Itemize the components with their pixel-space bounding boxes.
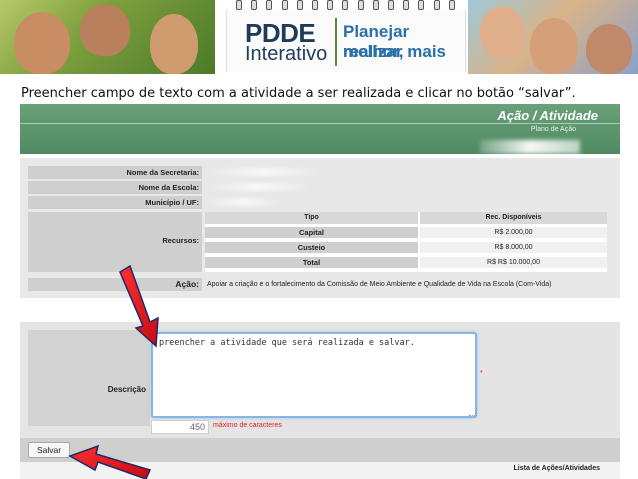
- school-info-panel: Nome da Secretaria: Nome da Escola: Muni…: [20, 158, 620, 298]
- recursos-tipo-cell: Custeio: [205, 241, 418, 253]
- recursos-table: Tipo Rec. Disponíveis Capital R$ 2.000,0…: [205, 212, 607, 272]
- descricao-label: Descrição: [107, 385, 146, 394]
- banner: PDDE Interativo Planejar melhor, realiza…: [0, 0, 638, 74]
- recursos-valor-cell: R$ 2.000,00: [420, 226, 607, 238]
- recursos-tipo-cell: Capital: [205, 226, 418, 238]
- page-subtitle: Plano de Ação: [530, 126, 576, 133]
- list-section-header: Lista de Ações/Atividades: [20, 462, 620, 479]
- photo-person: [14, 12, 70, 74]
- recursos-col-rec: Rec. Disponíveis: [420, 212, 607, 224]
- photo-person: [150, 14, 198, 74]
- recursos-label: Recursos:: [162, 236, 199, 245]
- instruction-text: Preencher campo de texto com a atividade…: [21, 86, 576, 101]
- logo-subtitle: Interativo: [245, 43, 328, 65]
- required-mark: *: [480, 370, 483, 377]
- header-divider: [20, 123, 620, 124]
- recursos-label-box: Recursos:: [28, 212, 202, 272]
- escola-value-redacted: [208, 183, 308, 191]
- button-bar: Salvar: [20, 438, 620, 462]
- notebook-spiral: [228, 0, 463, 10]
- banner-photo-left: [0, 0, 215, 74]
- acao-value: Apoiar a criação e o fortalecimento da C…: [207, 281, 552, 288]
- description-form: Descrição preencher a atividade que será…: [20, 322, 620, 438]
- descricao-label-box: Descrição: [28, 330, 150, 426]
- logo-divider: [335, 18, 337, 66]
- char-limit-label: máximo de caracteres: [213, 422, 282, 429]
- textarea-resize-handle[interactable]: [469, 408, 477, 416]
- char-counter: 450: [151, 420, 209, 434]
- recursos-valor-cell: R$ R$ 10.000,00: [420, 256, 607, 268]
- municipio-value-redacted: [208, 198, 278, 206]
- save-button[interactable]: Salvar: [28, 442, 70, 458]
- pdde-logo: PDDE Interativo Planejar melhor, realiza…: [226, 10, 466, 72]
- page-title: Ação / Atividade: [497, 108, 598, 123]
- slogan-line2: realizar mais: [343, 42, 447, 61]
- recursos-col-tipo: Tipo: [205, 212, 418, 224]
- secretaria-label: Nome da Secretaria:: [28, 166, 202, 179]
- redacted-area: [480, 140, 580, 154]
- municipio-label: Município / UF:: [28, 196, 202, 209]
- escola-label: Nome da Escola:: [28, 181, 202, 194]
- photo-person: [480, 6, 524, 58]
- photo-person: [586, 24, 632, 74]
- descricao-textarea[interactable]: preencher a atividade que será realizada…: [151, 332, 477, 418]
- banner-photo-right: [468, 0, 638, 74]
- acao-label: Ação:: [28, 278, 202, 291]
- secretaria-value-redacted: [208, 168, 318, 176]
- recursos-valor-cell: R$ 8.000,00: [420, 241, 607, 253]
- page-header: Ação / Atividade Plano de Ação: [20, 104, 620, 154]
- photo-person: [80, 4, 130, 56]
- recursos-tipo-cell: Total: [205, 256, 418, 268]
- photo-person: [530, 18, 578, 74]
- list-title: Lista de Ações/Atividades: [513, 465, 601, 472]
